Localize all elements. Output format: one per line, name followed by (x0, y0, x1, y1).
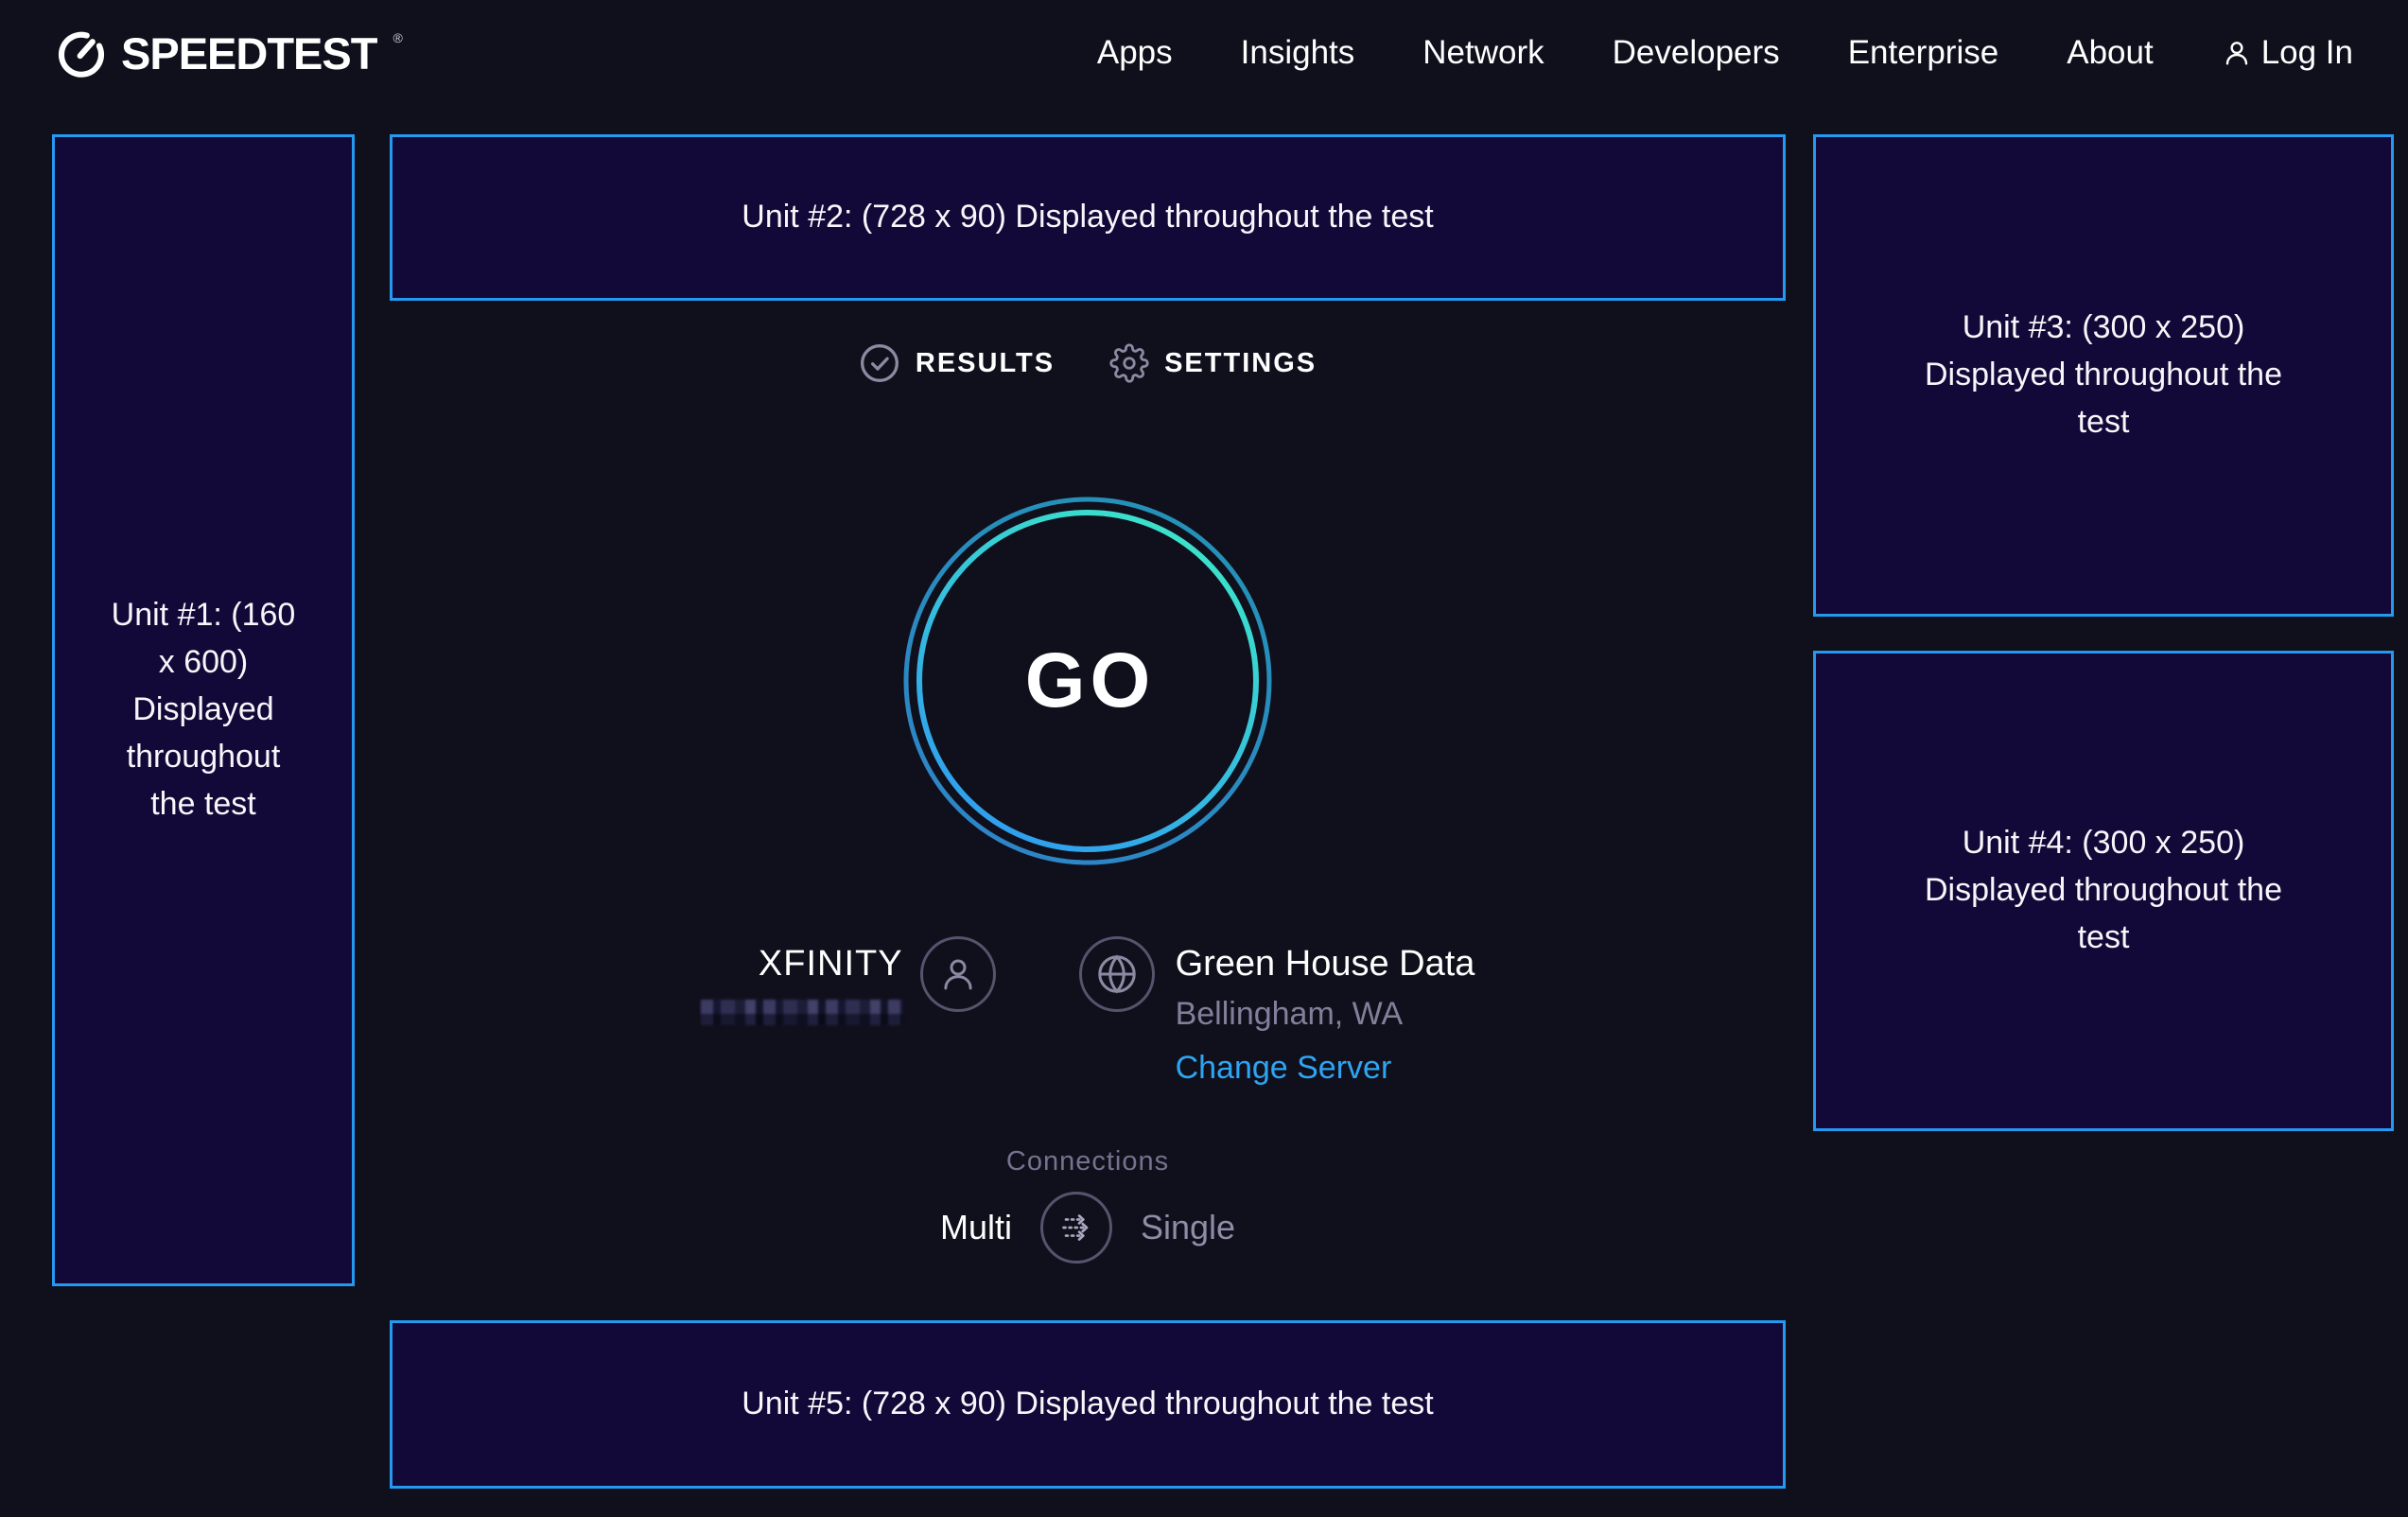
connections-toggle-row: Multi Single (390, 1192, 1786, 1264)
isp-block: XFINITY (701, 936, 903, 1025)
person-icon (938, 954, 978, 994)
ad-unit-5-label: Unit #5: (728 x 90) Displayed throughout… (742, 1381, 1433, 1428)
nav-item-enterprise[interactable]: Enterprise (1848, 34, 1999, 72)
tab-results[interactable]: RESULTS (859, 342, 1055, 384)
connection-info-row: XFINITY Green House Data Bellingham, WA … (390, 936, 1786, 1087)
ad-unit-1-label: Unit #1: (160 x 600) Displayed throughou… (107, 592, 301, 828)
server-location: Bellingham, WA (1176, 996, 1404, 1033)
connections-multi-option[interactable]: Multi (940, 1208, 1012, 1247)
change-server-link[interactable]: Change Server (1176, 1050, 1392, 1087)
ad-unit-4-label: Unit #4: (300 x 250) Displayed throughou… (1914, 820, 2293, 962)
tab-results-label: RESULTS (916, 348, 1055, 379)
go-button[interactable]: GO (902, 496, 1273, 866)
main-nav: Apps Insights Network Developers Enterpr… (1097, 34, 2353, 72)
ad-unit-3-label: Unit #3: (300 x 250) Displayed throughou… (1914, 305, 2293, 446)
gear-icon (1109, 343, 1149, 383)
results-settings-tabs: RESULTS SETTINGS (390, 342, 1786, 384)
connections-single-option[interactable]: Single (1141, 1208, 1235, 1247)
ad-unit-5-leaderboard: Unit #5: (728 x 90) Displayed throughout… (390, 1320, 1786, 1489)
login-label: Log In (2261, 34, 2353, 72)
isp-name: XFINITY (759, 944, 903, 985)
ip-address-redacted (701, 1000, 903, 1025)
logo-wordmark: SPEEDTEST (121, 27, 376, 79)
isp-avatar-circle (920, 936, 996, 1012)
globe-icon (1095, 952, 1139, 996)
server-name: Green House Data (1176, 944, 1475, 985)
login-button[interactable]: Log In (2222, 34, 2353, 72)
gauge-logo-icon (55, 26, 108, 79)
check-circle-icon (859, 342, 900, 384)
ad-unit-3-rectangle: Unit #3: (300 x 250) Displayed throughou… (1813, 134, 2394, 617)
nav-item-apps[interactable]: Apps (1097, 34, 1173, 72)
ad-unit-2-label: Unit #2: (728 x 90) Displayed throughout… (742, 194, 1433, 241)
nav-item-insights[interactable]: Insights (1241, 34, 1355, 72)
top-nav-bar: SPEEDTEST ® Apps Insights Network Develop… (0, 0, 2408, 106)
speedtest-logo[interactable]: SPEEDTEST ® (55, 26, 403, 79)
speedtest-page: SPEEDTEST ® Apps Insights Network Develop… (0, 0, 2408, 1517)
ad-unit-2-leaderboard: Unit #2: (728 x 90) Displayed throughout… (390, 134, 1786, 301)
tab-settings-label: SETTINGS (1164, 348, 1317, 379)
go-button-label: GO (902, 496, 1273, 866)
ad-unit-1-skyscraper: Unit #1: (160 x 600) Displayed throughou… (52, 134, 355, 1286)
tab-settings[interactable]: SETTINGS (1109, 343, 1317, 383)
connections-toggle-button[interactable] (1040, 1192, 1112, 1264)
trademark-symbol: ® (393, 30, 402, 45)
connections-label: Connections (390, 1146, 1786, 1177)
nav-item-developers[interactable]: Developers (1613, 34, 1780, 72)
multi-arrows-icon (1056, 1207, 1097, 1248)
server-block: Green House Data Bellingham, WA Change S… (1176, 936, 1475, 1087)
nav-item-about[interactable]: About (2067, 34, 2153, 72)
person-icon (2222, 38, 2252, 68)
server-globe-circle (1079, 936, 1155, 1012)
ad-unit-4-rectangle: Unit #4: (300 x 250) Displayed throughou… (1813, 651, 2394, 1131)
nav-item-network[interactable]: Network (1422, 34, 1544, 72)
